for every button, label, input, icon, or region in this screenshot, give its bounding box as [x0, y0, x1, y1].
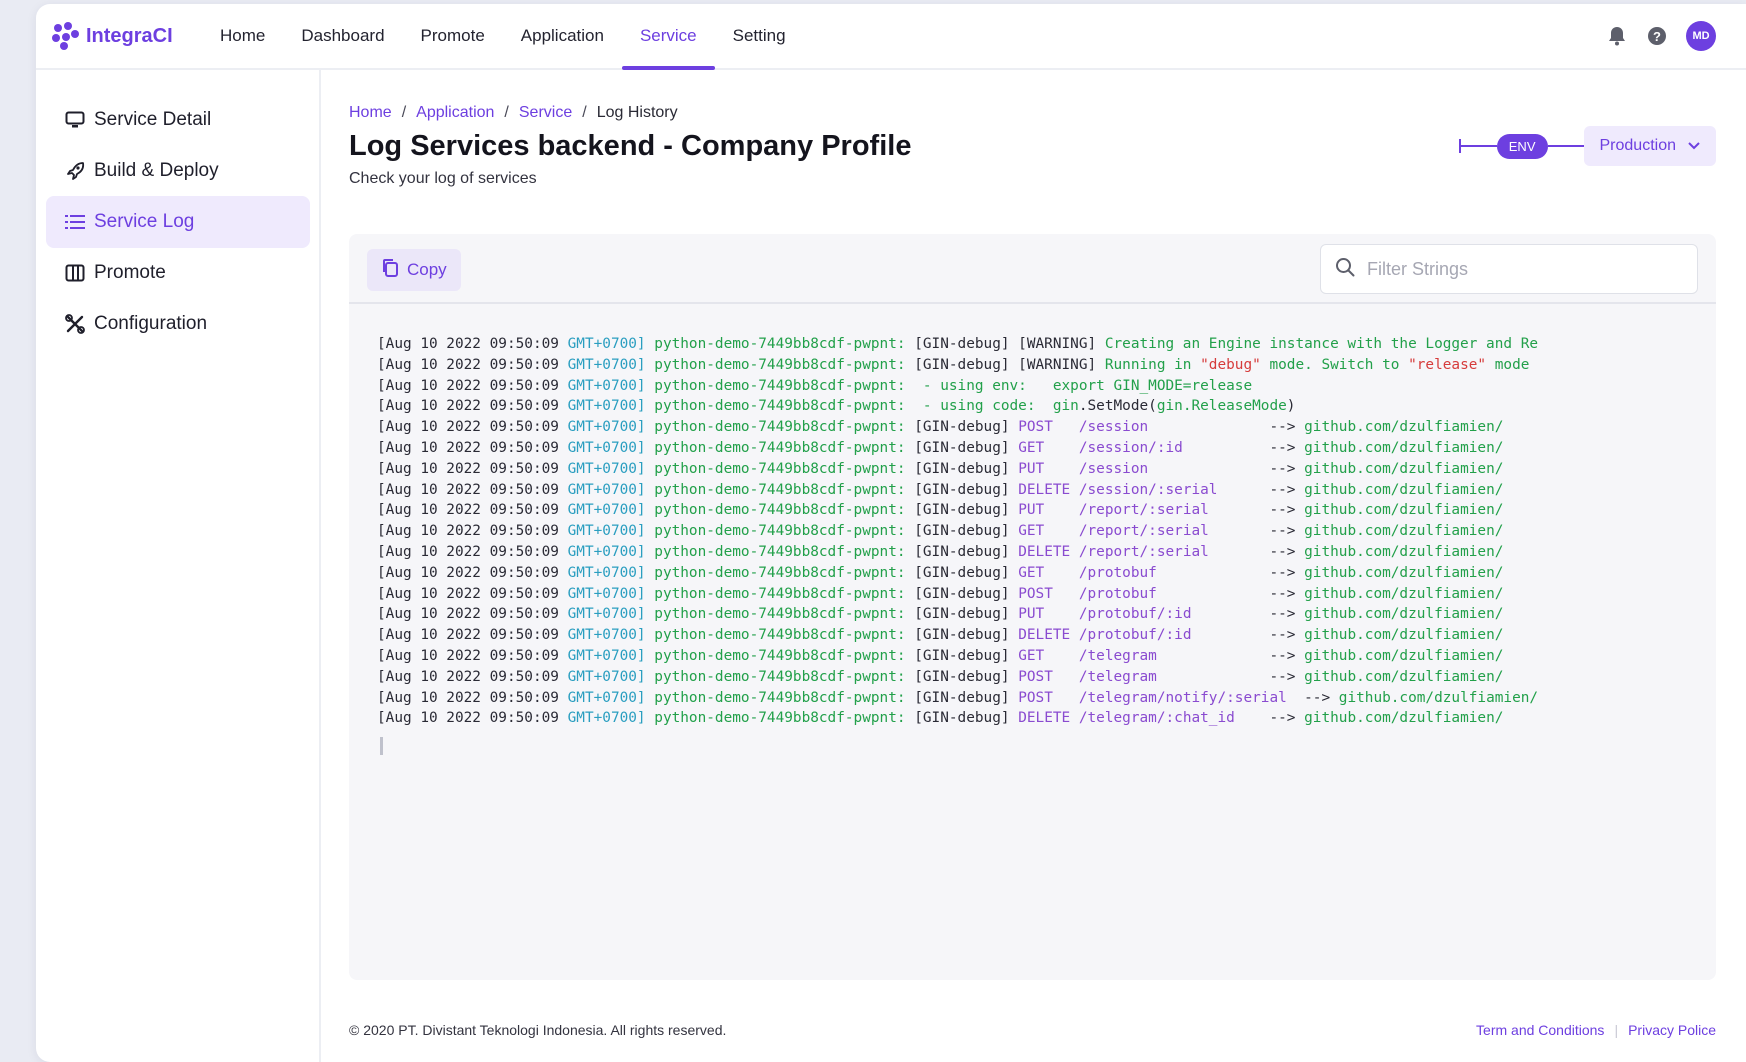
log-line: [Aug 10 2022 09:50:09 GMT+0700] python-d… [377, 543, 1504, 560]
log-line: [Aug 10 2022 09:50:09 GMT+0700] python-d… [377, 419, 1504, 436]
nav-home[interactable]: Home [202, 4, 283, 68]
sidebar-item-label: Build & Deploy [94, 160, 219, 181]
log-line: [Aug 10 2022 09:50:09 GMT+0700] python-d… [377, 398, 1296, 415]
breadcrumb-separator: / [401, 104, 407, 121]
app-window: IntegraCI Home Dashboard Promote Applica… [36, 4, 1746, 1062]
log-line: [Aug 10 2022 09:50:09 GMT+0700] python-d… [377, 647, 1504, 664]
bell-icon[interactable] [1606, 25, 1628, 47]
sidebar-item-promote[interactable]: Promote [46, 247, 310, 299]
nav-dashboard[interactable]: Dashboard [283, 4, 402, 68]
log-line: [Aug 10 2022 09:50:09 GMT+0700] python-d… [377, 377, 1253, 394]
log-line: [Aug 10 2022 09:50:09 GMT+0700] python-d… [377, 668, 1504, 685]
breadcrumb-separator: / [504, 104, 509, 121]
sidebar-item-build-deploy[interactable]: Build & Deploy [46, 145, 310, 197]
list-icon [64, 211, 86, 233]
brand-logo[interactable]: IntegraCI [52, 22, 202, 50]
breadcrumb-home[interactable]: Home [349, 104, 392, 122]
columns-icon [64, 262, 86, 284]
sidebar: Service Detail Build & Deploy Service Lo… [36, 70, 321, 1062]
top-navbar: IntegraCI Home Dashboard Promote Applica… [36, 4, 1746, 70]
log-toolbar: Copy [349, 234, 1716, 304]
privacy-link[interactable]: Privacy Police [1628, 1022, 1716, 1038]
sidebar-item-configuration[interactable]: Configuration [46, 298, 310, 350]
log-line: [Aug 10 2022 09:50:09 GMT+0700] python-d… [377, 710, 1504, 727]
copy-label: Copy [407, 260, 447, 279]
log-line: [Aug 10 2022 09:50:09 GMT+0700] python-d… [377, 523, 1504, 540]
rocket-icon [64, 160, 86, 182]
sidebar-item-service-log[interactable]: Service Log [46, 196, 310, 248]
sidebar-item-service-detail[interactable]: Service Detail [46, 94, 310, 146]
log-line: [Aug 10 2022 09:50:09 GMT+0700] python-d… [377, 502, 1504, 519]
sidebar-item-label: Service Detail [94, 109, 212, 130]
sidebar-item-label: Configuration [94, 313, 208, 334]
main-nav: Home Dashboard Promote Application Servi… [202, 4, 804, 70]
log-line: [Aug 10 2022 09:50:09 GMT+0700] python-d… [377, 564, 1504, 581]
nav-service[interactable]: Service [621, 4, 715, 70]
log-line: [Aug 10 2022 09:50:09 GMT+0700] python-d… [377, 481, 1504, 498]
text-cursor [380, 737, 383, 756]
nav-application[interactable]: Application [503, 4, 622, 68]
env-badge: ENV [1496, 133, 1548, 159]
page-subtitle: Check your log of services [349, 170, 537, 187]
copyright: © 2020 PT. Divistant Teknologi Indonesia… [349, 1022, 727, 1038]
footer: © 2020 PT. Divistant Teknologi Indonesia… [349, 1022, 1716, 1038]
log-output[interactable]: [Aug 10 2022 09:50:09 GMT+0700] python-d… [377, 334, 1716, 756]
environment-selector: ENV Production [1458, 126, 1716, 166]
footer-links: Term and Conditions | Privacy Police [1476, 1022, 1716, 1038]
log-line: [Aug 10 2022 09:50:09 GMT+0700] python-d… [377, 460, 1504, 477]
log-line: [Aug 10 2022 09:50:09 GMT+0700] python-d… [377, 689, 1539, 706]
nav-promote[interactable]: Promote [403, 4, 503, 68]
breadcrumb-current: Log History [596, 104, 678, 121]
help-icon[interactable]: ? [1646, 25, 1668, 47]
nav-setting[interactable]: Setting [715, 4, 804, 68]
search-icon [1335, 257, 1355, 282]
copy-button[interactable]: Copy [367, 249, 461, 291]
filter-input[interactable] [1365, 257, 1689, 281]
log-line: [Aug 10 2022 09:50:09 GMT+0700] python-d… [377, 336, 1539, 352]
chevron-down-icon [1688, 137, 1700, 155]
breadcrumb: Home / Application / Service / Log Histo… [349, 104, 678, 122]
log-line: [Aug 10 2022 09:50:09 GMT+0700] python-d… [377, 627, 1504, 644]
logo-icon [52, 22, 80, 50]
page-title: Log Services backend - Company Profile [349, 130, 912, 162]
avatar[interactable]: MD [1686, 21, 1716, 51]
svg-text:?: ? [1653, 29, 1661, 44]
monitor-icon [64, 109, 86, 131]
log-line: [Aug 10 2022 09:50:09 GMT+0700] python-d… [377, 606, 1504, 623]
sidebar-item-label: Promote [94, 262, 166, 283]
log-line: [Aug 10 2022 09:50:09 GMT+0700] python-d… [377, 356, 1530, 373]
terms-link[interactable]: Term and Conditions [1476, 1022, 1604, 1038]
environment-dropdown[interactable]: Production [1583, 126, 1716, 166]
main-content: Home / Application / Service / Log Histo… [321, 70, 1746, 1062]
tools-icon [64, 313, 86, 335]
log-panel: Copy [Aug 10 2022 09:50:09 GMT+0700] pyt… [349, 234, 1716, 980]
log-line: [Aug 10 2022 09:50:09 GMT+0700] python-d… [377, 585, 1504, 602]
top-actions: ? MD [1606, 21, 1716, 51]
sidebar-item-label: Service Log [94, 211, 195, 232]
environment-value: Production [1599, 137, 1677, 154]
breadcrumb-service[interactable]: Service [519, 104, 572, 122]
breadcrumb-separator: / [582, 104, 587, 121]
breadcrumb-application[interactable]: Application [416, 104, 494, 122]
filter-field[interactable] [1320, 244, 1698, 294]
copy-icon [381, 258, 399, 283]
brand-name: IntegraCI [86, 24, 173, 47]
log-line: [Aug 10 2022 09:50:09 GMT+0700] python-d… [377, 439, 1504, 456]
